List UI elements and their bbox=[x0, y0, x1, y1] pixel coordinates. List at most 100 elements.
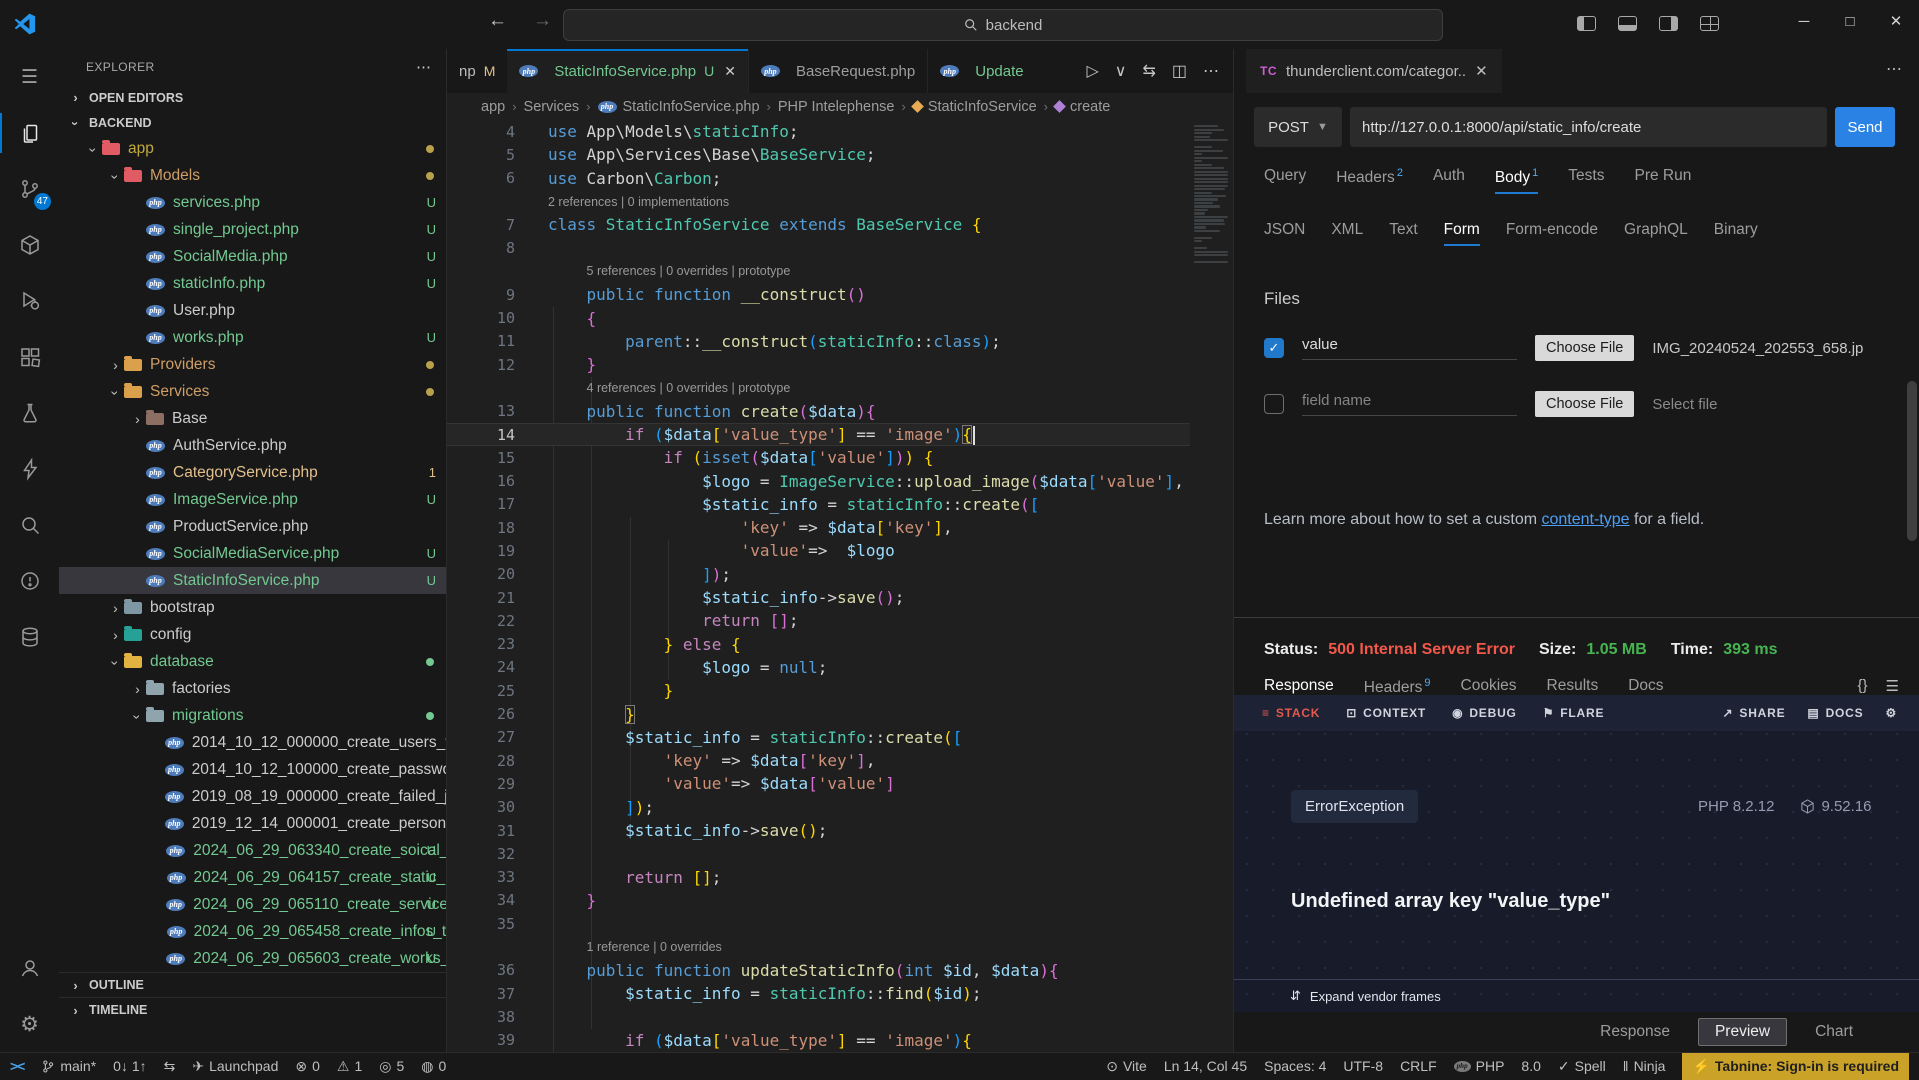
code-line-24[interactable]: 24 $logo = null; bbox=[447, 656, 1190, 679]
activity-item-menu[interactable]: ☰ bbox=[0, 49, 59, 105]
code-line-14[interactable]: 14 if ($data['value_type'] == 'image'){ bbox=[447, 423, 1190, 446]
code-line-8[interactable]: 8 bbox=[447, 236, 1190, 259]
status-item-tabnine[interactable]: ⚡Tabnine: Sign-in is required bbox=[1682, 1053, 1909, 1080]
tab-close-icon[interactable]: ✕ bbox=[724, 63, 736, 80]
editor-tab-updates[interactable]: phpUpdateS bbox=[928, 49, 1024, 93]
window-maximize-button[interactable]: □ bbox=[1827, 0, 1873, 42]
explorer-more-actions-icon[interactable]: ⋯ bbox=[416, 58, 432, 76]
codelens-label[interactable]: 5 references | 0 overrides | prototype bbox=[447, 264, 790, 278]
panel-more-actions-icon[interactable]: ⋯ bbox=[1886, 59, 1903, 79]
code-line-10[interactable]: 10 { bbox=[447, 306, 1190, 329]
request-tab-auth[interactable]: Auth bbox=[1433, 167, 1465, 194]
tree-item-imageservice-php[interactable]: phpImageService.phpU bbox=[59, 486, 446, 513]
tree-item-socialmedia-php[interactable]: phpSocialMedia.phpU bbox=[59, 243, 446, 270]
tree-item-categoryservice-php[interactable]: phpCategoryService.php1 bbox=[59, 459, 446, 486]
code-line-26[interactable]: 26 } bbox=[447, 702, 1190, 725]
tree-item-2024-06-29-065110-create-services-[interactable]: php2024_06_29_065110_create_services_...… bbox=[59, 891, 446, 918]
status-item-git-branch[interactable]: main* bbox=[41, 1053, 96, 1080]
status-item-errors[interactable]: ⊗0 bbox=[295, 1053, 320, 1080]
thunder-tab[interactable]: TC thunderclient.com/categor.. ✕ bbox=[1246, 49, 1502, 93]
status-item-cursor-position[interactable]: Ln 14, Col 45 bbox=[1164, 1053, 1247, 1080]
thunder-tab-close-icon[interactable]: ✕ bbox=[1475, 62, 1488, 80]
tree-item-staticinfo-php[interactable]: phpstaticInfo.phpU bbox=[59, 270, 446, 297]
tree-item-2014-10-12-000000-create-users-table-p-[interactable]: php2014_10_12_000000_create_users_table.… bbox=[59, 729, 446, 756]
activity-item-source-control[interactable]: 47 bbox=[0, 161, 59, 217]
activity-item-package[interactable] bbox=[0, 217, 59, 273]
editor-tab-np[interactable]: npM bbox=[447, 49, 507, 93]
status-item-eol[interactable]: CRLF bbox=[1400, 1053, 1437, 1080]
customize-layout-icon[interactable] bbox=[1700, 16, 1719, 31]
codelens-label[interactable]: 1 reference | 0 overrides bbox=[447, 940, 722, 954]
code-line-33[interactable]: 33 return []; bbox=[447, 866, 1190, 889]
activity-item-search[interactable] bbox=[0, 497, 59, 553]
section-workspace[interactable]: ›BACKEND bbox=[59, 110, 446, 135]
body-tab-graphql[interactable]: GraphQL bbox=[1624, 221, 1688, 246]
code-line-19[interactable]: 19 'value'=> $logo bbox=[447, 539, 1190, 562]
request-tab-pre-run[interactable]: Pre Run bbox=[1634, 167, 1691, 194]
view-button-response[interactable]: Response bbox=[1600, 1023, 1670, 1041]
send-button[interactable]: Send bbox=[1835, 107, 1895, 147]
status-item-encoding[interactable]: UTF-8 bbox=[1343, 1053, 1383, 1080]
breadcrumb-item-create[interactable]: create bbox=[1055, 99, 1110, 115]
tree-item-staticinfoservice-php[interactable]: phpStaticInfoService.phpU bbox=[59, 567, 446, 594]
codelens-row[interactable]: 2 references | 0 implementations bbox=[447, 190, 1190, 213]
code-line-25[interactable]: 25 } bbox=[447, 679, 1190, 702]
window-close-button[interactable]: ✕ bbox=[1873, 0, 1919, 42]
status-item-language-mode[interactable]: phpPHP bbox=[1454, 1053, 1505, 1080]
status-item-compare-changes[interactable]: ⇆ bbox=[164, 1053, 176, 1080]
activity-item-database[interactable] bbox=[0, 609, 59, 665]
breadcrumb-item-services[interactable]: Services bbox=[524, 99, 580, 115]
code-line-37[interactable]: 37 $static_info = staticInfo::find($id); bbox=[447, 982, 1190, 1005]
run-dropdown-icon[interactable]: ∨ bbox=[1115, 61, 1127, 81]
request-tab-headers[interactable]: Headers2 bbox=[1336, 167, 1403, 194]
tree-item-works-php[interactable]: phpworks.phpU bbox=[59, 324, 446, 351]
status-item-git-sync[interactable]: 0↓ 1↑ bbox=[113, 1053, 146, 1080]
tree-item-2014-10-12-100000-create-password-res-[interactable]: php2014_10_12_100000_create_password_res… bbox=[59, 756, 446, 783]
codelens-row[interactable]: 1 reference | 0 overrides bbox=[447, 935, 1190, 958]
breadcrumb-item-php-intelephense[interactable]: PHP Intelephense bbox=[778, 99, 895, 115]
tree-item-2024-06-29-065458-create-infos-ta-[interactable]: php2024_06_29_065458_create_infos_ta...U bbox=[59, 918, 446, 945]
code-line-31[interactable]: 31 $static_info->save(); bbox=[447, 819, 1190, 842]
body-tab-form-encode[interactable]: Form-encode bbox=[1506, 221, 1598, 246]
activity-item-info[interactable] bbox=[0, 553, 59, 609]
breadcrumb-item-staticinfoservice[interactable]: StaticInfoService bbox=[913, 99, 1037, 115]
code-line-18[interactable]: 18 'key' => $data['key'], bbox=[447, 516, 1190, 539]
request-tab-tests[interactable]: Tests bbox=[1568, 167, 1604, 194]
codelens-label[interactable]: 4 references | 0 overrides | prototype bbox=[447, 381, 790, 395]
editor-tab-staticinfoservice-php[interactable]: phpStaticInfoService.phpU✕ bbox=[507, 49, 749, 93]
menu-icon[interactable]: ☰ bbox=[1886, 677, 1899, 695]
toggle-sidebar-icon[interactable] bbox=[1577, 16, 1596, 31]
tree-item-app[interactable]: ›app bbox=[59, 135, 446, 162]
command-center-search[interactable]: backend bbox=[563, 9, 1443, 41]
tree-item-productservice-php[interactable]: phpProductService.php bbox=[59, 513, 446, 540]
code-line-6[interactable]: 6use Carbon\Carbon; bbox=[447, 167, 1190, 190]
toggle-secondary-sidebar-icon[interactable] bbox=[1659, 16, 1678, 31]
checkbox[interactable] bbox=[1264, 394, 1284, 414]
tree-item-migrations[interactable]: ›migrations bbox=[59, 702, 446, 729]
ignition-tab-context[interactable]: ⊡CONTEXT bbox=[1346, 706, 1426, 720]
code-line-34[interactable]: 34 } bbox=[447, 889, 1190, 912]
activity-item-explorer[interactable] bbox=[0, 105, 59, 161]
expand-vendor-frames[interactable]: ⇵ Expand vendor frames bbox=[1234, 979, 1919, 1012]
activity-item-thunder-client[interactable] bbox=[0, 441, 59, 497]
window-minimize-button[interactable]: ─ bbox=[1781, 0, 1827, 42]
tree-item-base[interactable]: ›Base bbox=[59, 405, 446, 432]
body-tab-text[interactable]: Text bbox=[1389, 221, 1417, 246]
code-line-28[interactable]: 28 'key' => $data['key'], bbox=[447, 749, 1190, 772]
tree-item-2024-06-29-063340-create-soical-m-[interactable]: php2024_06_29_063340_create_soical_m...U bbox=[59, 837, 446, 864]
code-line-23[interactable]: 23 } else { bbox=[447, 633, 1190, 656]
open-changes-icon[interactable]: ⇆ bbox=[1142, 61, 1155, 81]
scrollbar-thumb[interactable] bbox=[1907, 381, 1917, 541]
code-line-12[interactable]: 12 } bbox=[447, 353, 1190, 376]
tree-item-2019-12-14-000001-create-personal-acc-[interactable]: php2019_12_14_000001_create_personal_acc… bbox=[59, 810, 446, 837]
status-item-php-version[interactable]: 8.0 bbox=[1521, 1053, 1540, 1080]
view-button-chart[interactable]: Chart bbox=[1815, 1023, 1853, 1041]
activity-item-run-debug[interactable] bbox=[0, 273, 59, 329]
tree-item-user-php[interactable]: phpUser.php bbox=[59, 297, 446, 324]
status-item-info-count[interactable]: ◎5 bbox=[379, 1053, 404, 1080]
tree-item-2024-06-29-064157-create-static-in-[interactable]: php2024_06_29_064157_create_static_in...… bbox=[59, 864, 446, 891]
status-item-ninja[interactable]: ‖Ninja bbox=[1623, 1053, 1666, 1080]
activity-item-settings[interactable]: ⚙ bbox=[0, 996, 59, 1052]
activity-item-extensions[interactable] bbox=[0, 329, 59, 385]
editor-tab-baserequest-php[interactable]: phpBaseRequest.php bbox=[749, 49, 928, 93]
